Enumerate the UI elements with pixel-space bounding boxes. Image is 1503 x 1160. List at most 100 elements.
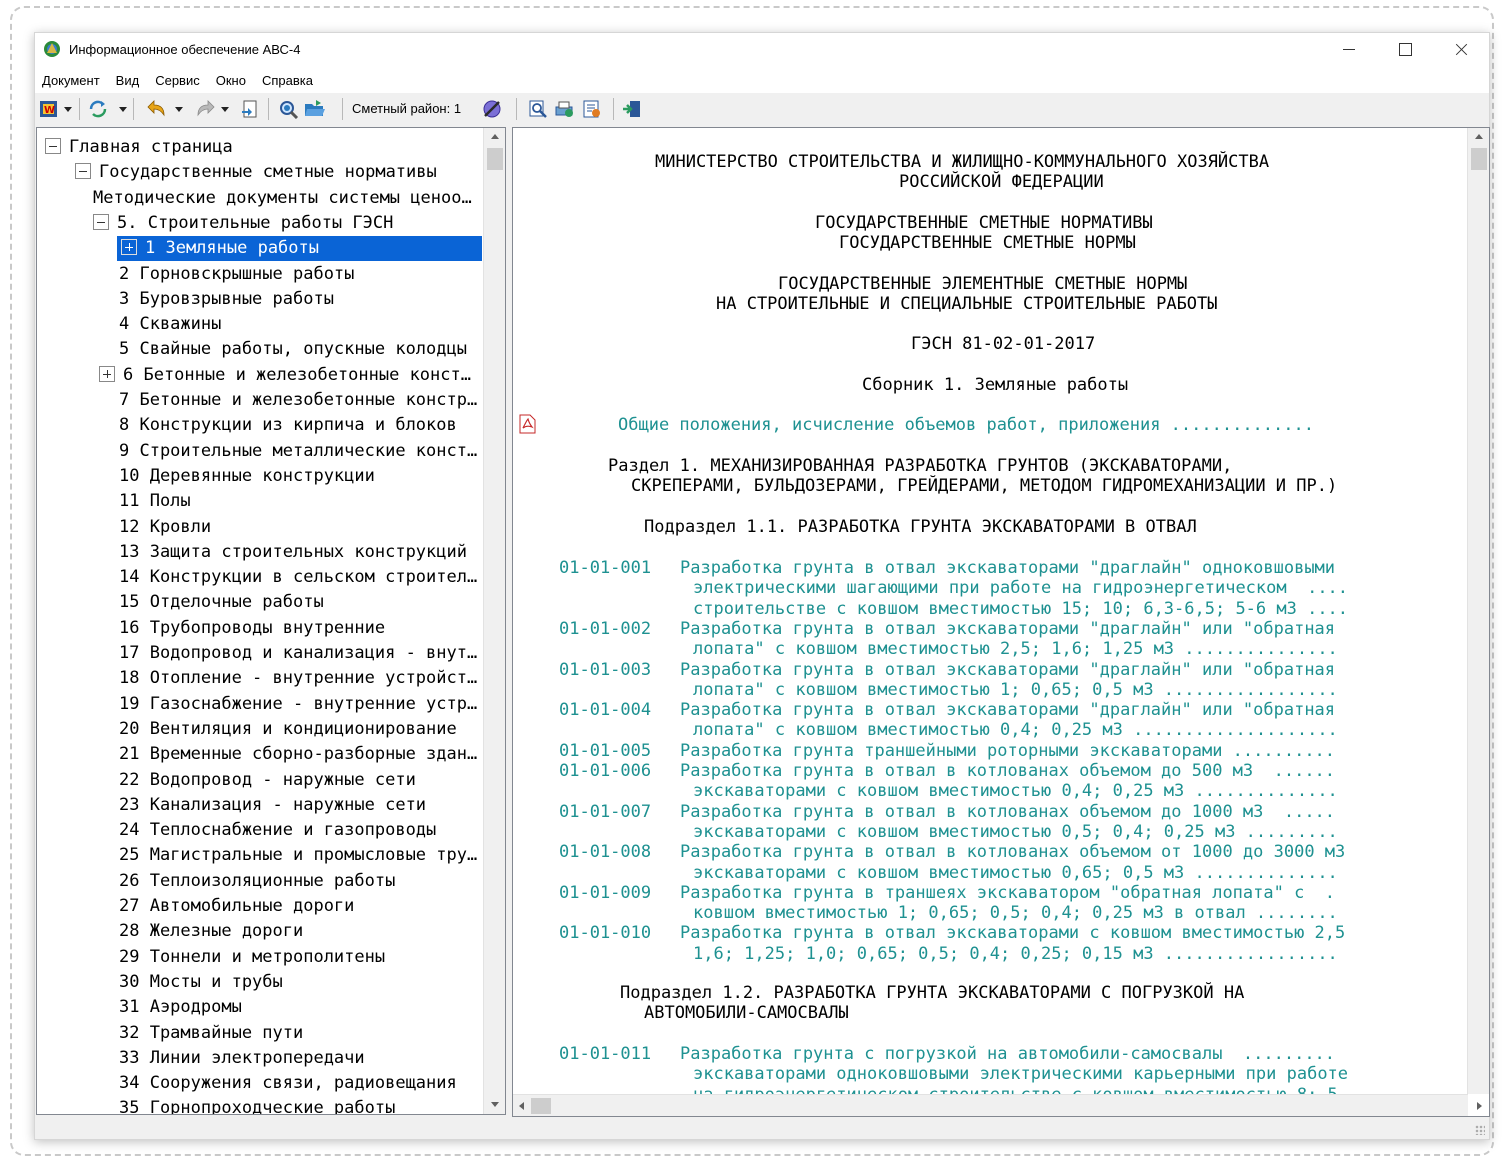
norm-description-line[interactable]: ковшом вместимостью 1; 0,65; 0,5; 0,4; 0… — [693, 903, 1338, 923]
scroll-up-icon[interactable] — [1468, 128, 1489, 146]
tree-item[interactable]: Главная страница — [37, 135, 482, 160]
back-dropdown-icon[interactable] — [175, 107, 183, 112]
minimize-button[interactable] — [1321, 33, 1377, 67]
norm-description-line[interactable]: Разработка грунта в отвал в котлованах о… — [680, 761, 1335, 781]
norm-description-line[interactable]: экскаваторами одноковшовыми электрически… — [693, 1064, 1348, 1084]
norm-description-line[interactable]: экскаваторами с ковшом вместимостью 0,65… — [693, 863, 1338, 883]
norm-description-line[interactable]: Разработка грунта в траншеях экскаваторо… — [680, 883, 1335, 903]
resize-grip-icon[interactable] — [1475, 1125, 1485, 1135]
norm-description-line[interactable]: экскаваторами с ковшом вместимостью 0,4;… — [693, 781, 1338, 801]
tree-item[interactable]: 22 Водопровод - наружные сети — [37, 768, 482, 793]
search-icon[interactable] — [278, 99, 300, 119]
norm-description-line[interactable]: 1,6; 1,25; 1,0; 0,65; 0,5; 0,4; 0,25; 0,… — [693, 944, 1338, 964]
norm-description-line[interactable]: Разработка грунта в отвал в котлованах о… — [680, 802, 1335, 822]
norm-description-line[interactable]: Разработка грунта в отвал экскаваторами … — [680, 660, 1335, 680]
menu-help[interactable]: Справка — [262, 73, 313, 88]
tree-item[interactable]: 2 Горновскрышные работы — [37, 262, 482, 287]
scroll-down-icon[interactable] — [484, 1096, 505, 1114]
norm-description-line[interactable]: электрическими шагающими при работе на г… — [693, 578, 1348, 598]
norm-code-link[interactable]: 01-01-004 — [559, 700, 651, 720]
tree-item[interactable]: 10 Деревянные конструкции — [37, 464, 482, 489]
tree-item[interactable]: 15 Отделочные работы — [37, 590, 482, 615]
norm-code-link[interactable]: 01-01-006 — [559, 761, 651, 781]
norm-description-line[interactable]: лопата" с ковшом вместимостью 1; 0,65; 0… — [693, 680, 1338, 700]
tree-item[interactable]: 25 Магистральные и промысловые трубопров… — [37, 843, 482, 868]
tree-item[interactable]: 27 Автомобильные дороги — [37, 894, 482, 919]
tree-item[interactable]: 30 Мосты и трубы — [37, 970, 482, 995]
tree-item[interactable]: 32 Трамвайные пути — [37, 1021, 482, 1046]
norm-code-link[interactable]: 01-01-003 — [559, 660, 651, 680]
scroll-right-icon[interactable] — [1468, 1095, 1489, 1116]
norm-code-link[interactable]: 01-01-009 — [559, 883, 651, 903]
tree-item[interactable]: 29 Тоннели и метрополитены — [37, 945, 482, 970]
print-preview-icon[interactable] — [554, 99, 576, 119]
forward-icon[interactable] — [193, 99, 215, 119]
norm-code-link[interactable]: 01-01-008 — [559, 842, 651, 862]
document-horizontal-scrollbar[interactable] — [513, 1094, 1482, 1116]
tree-item[interactable]: 5 Свайные работы, опускные колодцы — [37, 337, 482, 362]
tree-item[interactable]: Государственные сметные нормативы — [37, 160, 482, 185]
maximize-button[interactable] — [1377, 33, 1433, 67]
refresh-icon[interactable] — [87, 99, 109, 119]
settings-icon[interactable] — [581, 99, 603, 119]
norm-description-line[interactable]: Разработка грунта в отвал экскаваторами … — [680, 923, 1345, 943]
tree-item[interactable]: 11 Полы — [37, 489, 482, 514]
expand-icon[interactable] — [121, 239, 137, 256]
exit-icon[interactable] — [621, 99, 643, 119]
collapse-icon[interactable] — [45, 138, 61, 154]
region-icon[interactable] — [481, 99, 503, 119]
norm-description-line[interactable]: Разработка грунта траншейными роторными … — [680, 741, 1335, 761]
scroll-left-icon[interactable] — [513, 1095, 531, 1116]
document-vertical-scrollbar[interactable] — [1467, 128, 1489, 1094]
scroll-thumb[interactable] — [531, 1098, 551, 1114]
tree-item[interactable]: 5. Строительные работы ГЭСН — [37, 211, 482, 236]
norm-description-line[interactable]: Разработка грунта в отвал экскаваторами … — [680, 619, 1335, 639]
tree-item[interactable]: 28 Железные дороги — [37, 919, 482, 944]
tree-item[interactable]: 17 Водопровод и канализация - внутренние — [37, 641, 482, 666]
norm-description-line[interactable]: строительстве с ковшом вместимостью 15; … — [693, 599, 1348, 619]
close-button[interactable] — [1433, 33, 1489, 67]
norm-code-link[interactable]: 01-01-005 — [559, 741, 651, 761]
tree-item[interactable]: 23 Канализация - наружные сети — [37, 793, 482, 818]
tree-item[interactable]: 7 Бетонные и железобетонные конструкции — [37, 388, 482, 413]
collapse-icon[interactable] — [75, 163, 91, 180]
tree-item[interactable]: 20 Вентиляция и кондиционирование — [37, 717, 482, 742]
tree-item[interactable]: 24 Теплоснабжение и газопроводы — [37, 818, 482, 843]
zoom-icon[interactable] — [528, 99, 548, 119]
menu-service[interactable]: Сервис — [155, 73, 200, 88]
norm-code-link[interactable]: 01-01-011 — [559, 1044, 651, 1064]
tree-item[interactable]: 18 Отопление - внутренние устройства — [37, 666, 482, 691]
norm-description-line[interactable]: лопата" с ковшом вместимостью 2,5; 1,6; … — [693, 639, 1338, 659]
norm-code-link[interactable]: 01-01-001 — [559, 558, 651, 578]
tree-item[interactable]: 9 Строительные металлические конструкции — [37, 439, 482, 464]
forward-dropdown-icon[interactable] — [221, 107, 229, 112]
tree-item[interactable]: 35 Горнопроходческие работы — [37, 1096, 482, 1114]
folder-open-icon[interactable] — [304, 99, 326, 119]
norm-description-line[interactable]: на гидроэнергетическом строительстве с к… — [693, 1085, 1338, 1094]
norm-description-line[interactable]: экскаваторами с ковшом вместимостью 0,5;… — [693, 822, 1338, 842]
general-provisions-link[interactable]: Общие положения, исчисление объемов рабо… — [618, 415, 1314, 435]
scroll-thumb[interactable] — [1471, 148, 1487, 170]
menu-window[interactable]: Окно — [216, 73, 246, 88]
norm-description-line[interactable]: Разработка грунта в отвал в котлованах о… — [680, 842, 1345, 862]
back-icon[interactable] — [147, 99, 169, 119]
tree-item[interactable]: 19 Газоснабжение - внутренние устройства — [37, 692, 482, 717]
pdf-icon[interactable] — [519, 414, 536, 434]
norm-description-line[interactable]: Разработка грунта в отвал экскаваторами … — [680, 700, 1335, 720]
tree-vertical-scrollbar[interactable] — [483, 128, 505, 1114]
norm-code-link[interactable]: 01-01-010 — [559, 923, 651, 943]
scroll-up-icon[interactable] — [484, 128, 505, 146]
tree-item[interactable]: 6 Бетонные и железобетонные конструкции — [37, 363, 482, 388]
refresh-dropdown-icon[interactable] — [119, 107, 127, 112]
tree-item[interactable]: 31 Аэродромы — [37, 995, 482, 1020]
menu-view[interactable]: Вид — [116, 73, 140, 88]
tree-item[interactable]: 33 Линии электропередачи — [37, 1046, 482, 1071]
tree-item[interactable]: 34 Сооружения связи, радиовещания — [37, 1071, 482, 1096]
tree-item[interactable]: 16 Трубопроводы внутренние — [37, 616, 482, 641]
tree-item[interactable]: 1 Земляные работы — [117, 236, 482, 262]
tree-item[interactable]: Методические документы системы ценообраз… — [37, 186, 482, 211]
tree-item[interactable]: 12 Кровли — [37, 515, 482, 540]
norm-description-line[interactable]: Разработка грунта в отвал экскаваторами … — [680, 558, 1335, 578]
tree-item[interactable]: 21 Временные сборно-разборные здания — [37, 742, 482, 767]
norm-description-line[interactable]: Разработка грунта с погрузкой на автомоб… — [680, 1044, 1335, 1064]
